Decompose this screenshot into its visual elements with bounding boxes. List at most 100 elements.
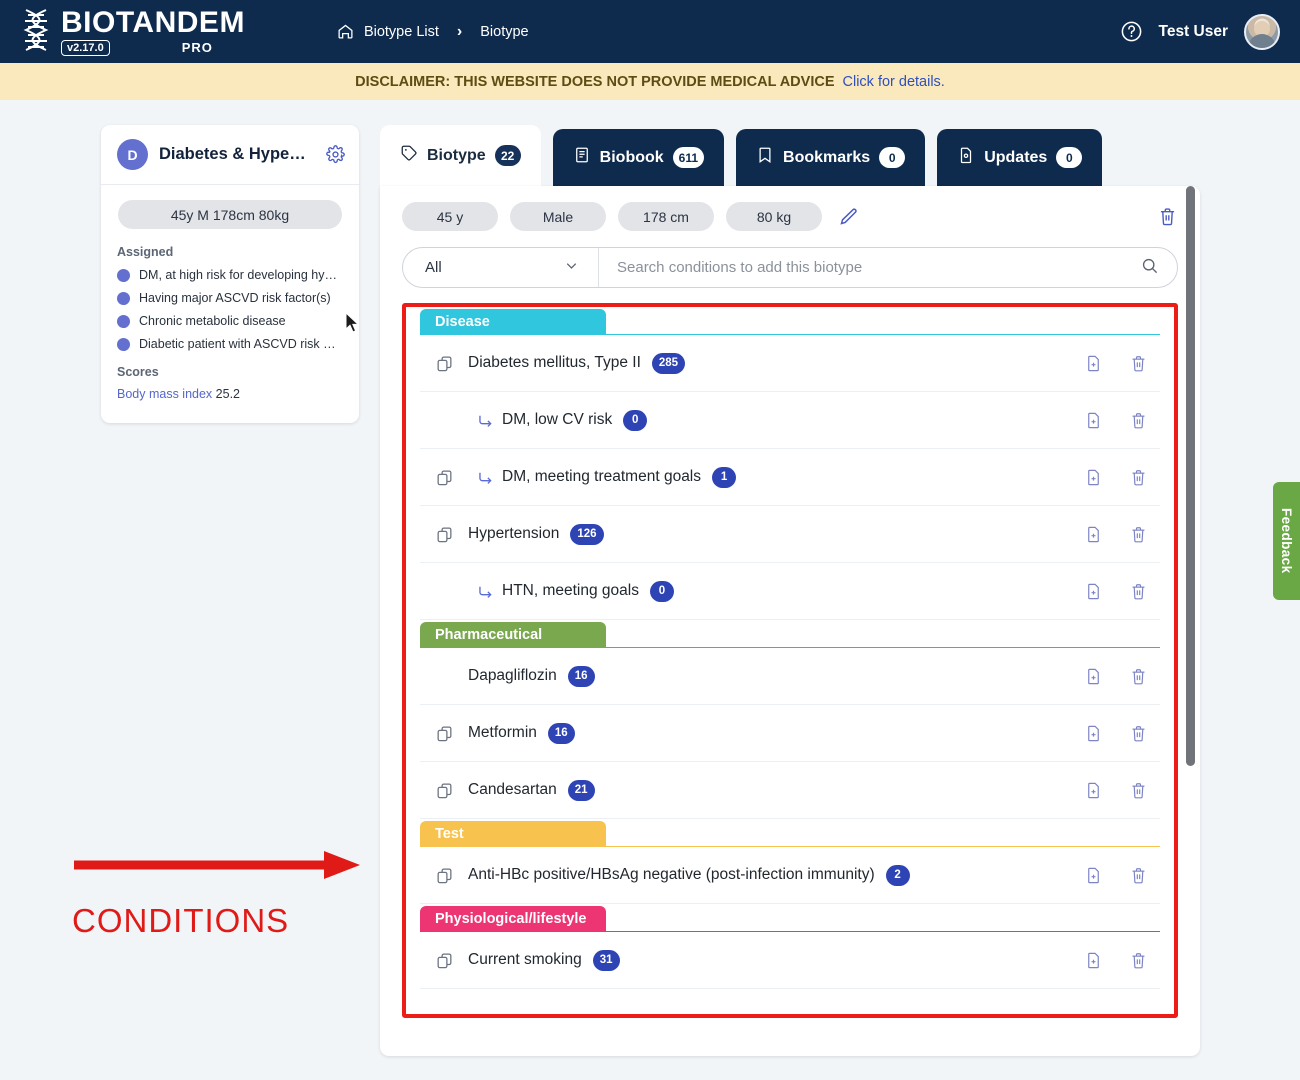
file-plus-icon[interactable] [1084, 582, 1103, 601]
breadcrumb-item-biotype-list[interactable]: Biotype List [364, 24, 439, 40]
disclaimer-banner: DISCLAIMER: THIS WEBSITE DOES NOT PROVID… [0, 63, 1300, 100]
group-label-physiological-lifestyle: Physiological/lifestyle [420, 906, 606, 932]
feedback-label: Feedback [1279, 508, 1294, 573]
biotype-title: Diabetes & Hype… [159, 145, 315, 164]
brand-version: v2.17.0 [61, 40, 110, 56]
chip-weight[interactable]: 80 kg [726, 202, 822, 231]
condition-row[interactable]: Diabetes mellitus, Type II 285 [420, 335, 1160, 392]
condition-count: 16 [548, 723, 575, 744]
score-row: Body mass index 25.2 [117, 387, 343, 401]
bullet-dot-icon [117, 269, 130, 282]
brand-edition: PRO [182, 40, 213, 55]
group-header-test: Test [420, 821, 1160, 847]
tab-biotype[interactable]: Biotype 22 [380, 125, 541, 186]
mouse-cursor [345, 312, 361, 339]
condition-row[interactable]: HTN, meeting goals 0 [420, 563, 1160, 620]
trash-icon[interactable] [1129, 411, 1148, 430]
delete-biotype-button[interactable] [1157, 206, 1178, 227]
condition-row[interactable]: DM, low CV risk 0 [420, 392, 1160, 449]
copy-icon[interactable] [420, 781, 468, 800]
tab-bookmarks[interactable]: Bookmarks 0 [736, 129, 925, 186]
breadcrumb-item-biotype[interactable]: Biotype [480, 24, 528, 40]
assigned-item[interactable]: Diabetic patient with ASCVD risk … [117, 337, 343, 351]
tab-updates[interactable]: Updates 0 [937, 129, 1102, 186]
assigned-item-label: Chronic metabolic disease [139, 314, 286, 328]
dna-helix-icon [18, 8, 54, 56]
tab-biobook[interactable]: Biobook 611 [553, 129, 724, 186]
condition-label: Diabetes mellitus, Type II [468, 354, 641, 372]
condition-count: 0 [650, 581, 674, 602]
trash-icon[interactable] [1129, 667, 1148, 686]
copy-icon[interactable] [420, 525, 468, 544]
condition-label: Anti-HBc positive/HBsAg negative (post-i… [468, 866, 875, 884]
condition-row[interactable]: Metformin 16 [420, 705, 1160, 762]
copy-icon[interactable] [420, 951, 468, 970]
chip-sex[interactable]: Male [510, 202, 606, 231]
assigned-item[interactable]: DM, at high risk for developing hy… [117, 268, 343, 282]
avatar[interactable] [1244, 14, 1280, 50]
panel-scrollbar[interactable] [1186, 186, 1195, 1056]
biotype-card-header: D Diabetes & Hype… [101, 125, 359, 185]
biotype-summary-card: D Diabetes & Hype… 45y M 178cm 80kg Assi… [101, 125, 359, 423]
copy-icon[interactable] [420, 866, 468, 885]
condition-row[interactable]: Current smoking 31 [420, 932, 1160, 989]
chip-height[interactable]: 178 cm [618, 202, 714, 231]
condition-row[interactable]: Hypertension 126 [420, 506, 1160, 563]
group-label-test: Test [420, 821, 606, 847]
condition-label: HTN, meeting goals [502, 582, 639, 600]
gear-icon[interactable] [326, 145, 345, 164]
chip-age[interactable]: 45 y [402, 202, 498, 231]
conditions-list-highlight: Disease Diabetes mellitus, Type II 285 [402, 303, 1178, 1018]
update-doc-icon [957, 146, 975, 169]
condition-row[interactable]: Dapagliflozin 16 [420, 648, 1160, 705]
condition-count: 1 [712, 467, 736, 488]
file-plus-icon[interactable] [1084, 468, 1103, 487]
category-filter-select[interactable]: All [403, 248, 599, 287]
home-icon[interactable] [337, 23, 354, 40]
trash-icon[interactable] [1129, 866, 1148, 885]
group-rule [420, 846, 1160, 848]
file-plus-icon[interactable] [1084, 667, 1103, 686]
file-plus-icon[interactable] [1084, 354, 1103, 373]
assigned-item[interactable]: Having major ASCVD risk factor(s) [117, 291, 343, 305]
trash-icon[interactable] [1129, 468, 1148, 487]
feedback-tab[interactable]: Feedback [1273, 482, 1300, 600]
search-input[interactable] [617, 259, 1132, 276]
condition-label: Hypertension [468, 525, 559, 543]
file-plus-icon[interactable] [1084, 724, 1103, 743]
patient-attribute-chips: 45 y Male 178 cm 80 kg [402, 202, 1178, 231]
copy-icon[interactable] [420, 724, 468, 743]
score-name[interactable]: Body mass index [117, 387, 212, 401]
group-rule [420, 334, 1160, 336]
group-header-disease: Disease [420, 309, 1160, 335]
brand-logo[interactable]: BIOTANDEM v2.17.0 PRO [18, 8, 245, 56]
copy-icon[interactable] [420, 468, 468, 487]
trash-icon[interactable] [1129, 781, 1148, 800]
file-plus-icon[interactable] [1084, 411, 1103, 430]
trash-icon[interactable] [1129, 724, 1148, 743]
condition-row[interactable]: Candesartan 21 [420, 762, 1160, 819]
question-circle-icon[interactable] [1120, 20, 1143, 43]
trash-icon[interactable] [1129, 582, 1148, 601]
copy-icon[interactable] [420, 354, 468, 373]
file-plus-icon[interactable] [1084, 866, 1103, 885]
file-plus-icon[interactable] [1084, 951, 1103, 970]
scrollbar-thumb[interactable] [1186, 186, 1195, 766]
conditions-list: Disease Diabetes mellitus, Type II 285 [406, 309, 1174, 989]
pencil-icon[interactable] [838, 206, 859, 227]
trash-icon[interactable] [1129, 354, 1148, 373]
group-header-pharmaceutical: Pharmaceutical [420, 622, 1160, 648]
disclaimer-details-link[interactable]: Click for details. [843, 74, 945, 90]
trash-icon[interactable] [1129, 951, 1148, 970]
condition-label: DM, low CV risk [502, 411, 612, 429]
file-plus-icon[interactable] [1084, 525, 1103, 544]
bullet-dot-icon [117, 292, 130, 305]
assigned-item[interactable]: Chronic metabolic disease [117, 314, 343, 328]
condition-row[interactable]: DM, meeting treatment goals 1 [420, 449, 1160, 506]
condition-count: 31 [593, 950, 620, 971]
trash-icon[interactable] [1129, 525, 1148, 544]
bookmark-icon [756, 146, 774, 169]
file-plus-icon[interactable] [1084, 781, 1103, 800]
search-icon[interactable] [1140, 256, 1159, 280]
condition-row[interactable]: Anti-HBc positive/HBsAg negative (post-i… [420, 847, 1160, 904]
